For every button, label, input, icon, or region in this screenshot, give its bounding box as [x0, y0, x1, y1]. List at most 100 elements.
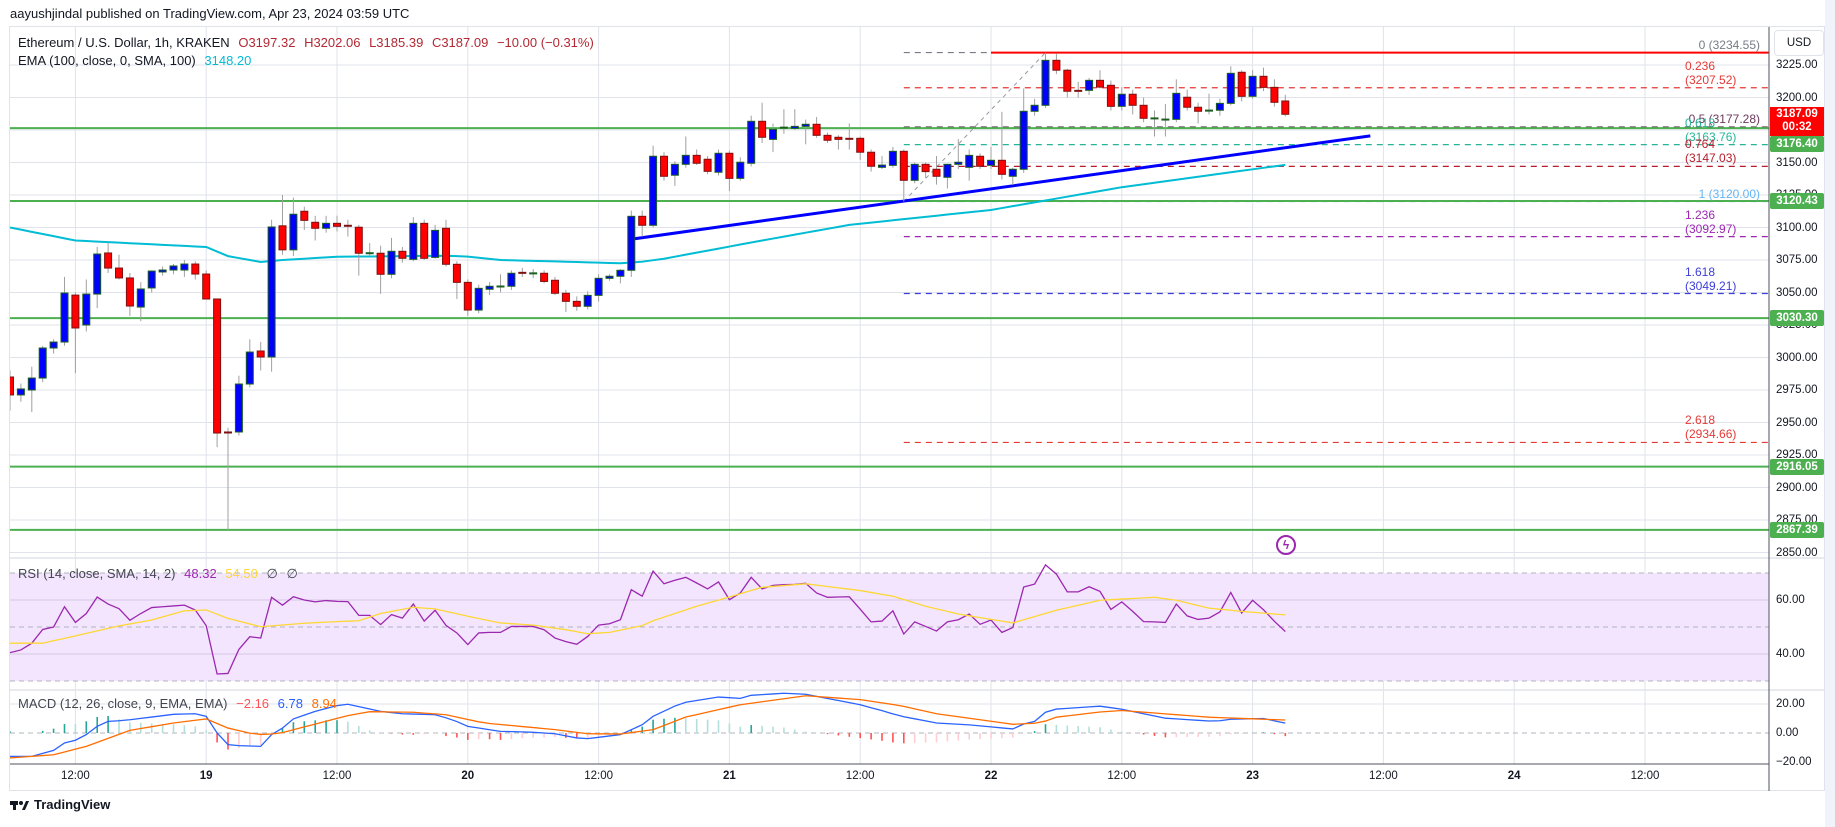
macd-histogram-bar: [783, 727, 785, 733]
macd-histogram-bar: [924, 733, 927, 743]
macd-label: MACD (12, 26, close, 9, EMA, EMA): [18, 696, 228, 711]
rsi-na-2: ∅: [286, 566, 298, 581]
time-tick-label: 20: [461, 770, 475, 782]
candle-body: [997, 159, 1006, 175]
candle-down: [1063, 68, 1072, 98]
candle-up: [616, 269, 625, 284]
macd-histogram-bar: [445, 733, 447, 737]
support-price-tag: 2916.05: [1770, 458, 1824, 475]
candle-body: [714, 152, 723, 173]
macd-histogram-bar: [1208, 733, 1210, 737]
candle-down: [104, 243, 113, 273]
macd-histogram-bar: [990, 733, 992, 739]
candle-down: [311, 215, 320, 241]
symbol-label[interactable]: Ethereum / U.S. Dollar, 1h, KRAKEN: [18, 35, 230, 50]
candle-body: [943, 163, 952, 178]
candle-body: [1085, 79, 1094, 91]
rsi-tick-label: 40.00: [1776, 648, 1805, 660]
candle-body: [376, 252, 385, 275]
macd-histogram-bar: [20, 732, 22, 733]
logo-text: TradingView: [34, 797, 111, 812]
macd-histogram-bar: [52, 728, 55, 733]
candle-body: [485, 285, 494, 290]
time-tick-label: 21: [722, 770, 736, 782]
candle-body: [1183, 96, 1192, 108]
candle-body: [224, 431, 232, 434]
candle-body: [769, 128, 777, 140]
macd-histogram-bar: [979, 733, 981, 740]
candle-down: [1139, 97, 1148, 123]
macd-histogram-bar: [761, 725, 763, 733]
candle-body: [867, 151, 876, 167]
macd-histogram-bar: [412, 733, 415, 735]
macd-histogram-bar: [172, 724, 175, 733]
candle-up: [987, 146, 995, 169]
candle-up: [82, 279, 91, 332]
fib-level-label: 0.236 (3207.52): [1685, 58, 1737, 87]
candle-body: [670, 163, 679, 176]
candle-body: [289, 213, 298, 251]
macd-histogram-bar: [652, 719, 654, 733]
candle-up: [136, 282, 145, 322]
high-value: H3202.06: [304, 35, 361, 50]
time-tick-label: 12:00: [584, 770, 613, 782]
candle-up: [1019, 88, 1028, 173]
candle-up: [245, 339, 254, 388]
candle-up: [1226, 66, 1235, 106]
candle-body: [976, 155, 985, 167]
macd-histogram-bar: [1066, 725, 1069, 733]
lightning-event-icon[interactable]: ϟ: [1276, 535, 1296, 555]
macd-histogram-bar: [1088, 726, 1090, 733]
fib-level-label: 2.618 (2934.66): [1685, 413, 1737, 442]
candle-body: [147, 270, 156, 289]
macd-signal-value: 8.94: [311, 696, 337, 711]
candle-up: [158, 266, 167, 276]
candle-down: [1194, 102, 1203, 124]
candle-down: [376, 245, 385, 294]
candle-down: [638, 210, 647, 237]
candle-body: [387, 250, 396, 275]
macd-histogram-bar: [685, 718, 687, 733]
candle-down: [551, 276, 559, 296]
candle-up: [1205, 93, 1213, 115]
candle-body: [823, 134, 832, 141]
candle-body: [1270, 86, 1279, 103]
candle-body: [703, 158, 712, 172]
tradingview-logo[interactable]: TradingView: [10, 797, 110, 812]
candle-body: [692, 154, 701, 164]
candle-down: [899, 149, 908, 202]
candle-body: [278, 225, 287, 251]
candle-body: [987, 159, 995, 166]
candle-down: [1096, 70, 1104, 89]
macd-histogram-bar: [1099, 727, 1101, 733]
candle-up: [605, 274, 614, 281]
macd-histogram-bar: [957, 733, 960, 741]
candle-up: [27, 366, 36, 413]
macd-histogram-bar: [848, 733, 851, 737]
rsi-legend[interactable]: RSI (14, close, SMA, 14, 2) 48.32 54.50 …: [18, 566, 303, 582]
macd-histogram-bar: [150, 723, 153, 733]
candle-body: [681, 154, 690, 165]
macd-legend[interactable]: MACD (12, 26, close, 9, EMA, EMA) −2.16 …: [18, 696, 342, 712]
candle-body: [452, 263, 461, 283]
macd-histogram-bar: [368, 730, 371, 733]
candle-up: [965, 149, 974, 181]
candle-body: [1139, 104, 1148, 119]
price-tick-label: 2950.00: [1776, 416, 1818, 429]
price-tick-label: 2850.00: [1776, 546, 1818, 559]
candle-body: [954, 161, 963, 165]
macd-histogram-bar: [390, 733, 393, 734]
macd-histogram-bar: [183, 725, 186, 733]
macd-histogram-bar: [325, 720, 327, 733]
ema-legend[interactable]: EMA (100, close, 0, SMA, 100) 3148.20: [18, 53, 256, 69]
candle-down: [758, 102, 767, 143]
currency-button[interactable]: USD: [1774, 30, 1824, 56]
macd-histogram-bar: [1012, 733, 1014, 738]
candle-down: [1259, 67, 1268, 91]
candle-down: [224, 427, 232, 530]
candle-countdown: 00:32: [1782, 121, 1812, 133]
macd-histogram-bar: [347, 721, 349, 733]
current-price-tag: 3187.09 00:32: [1770, 107, 1824, 136]
macd-histogram-bar: [1197, 733, 1199, 737]
candle-up: [1248, 70, 1257, 99]
